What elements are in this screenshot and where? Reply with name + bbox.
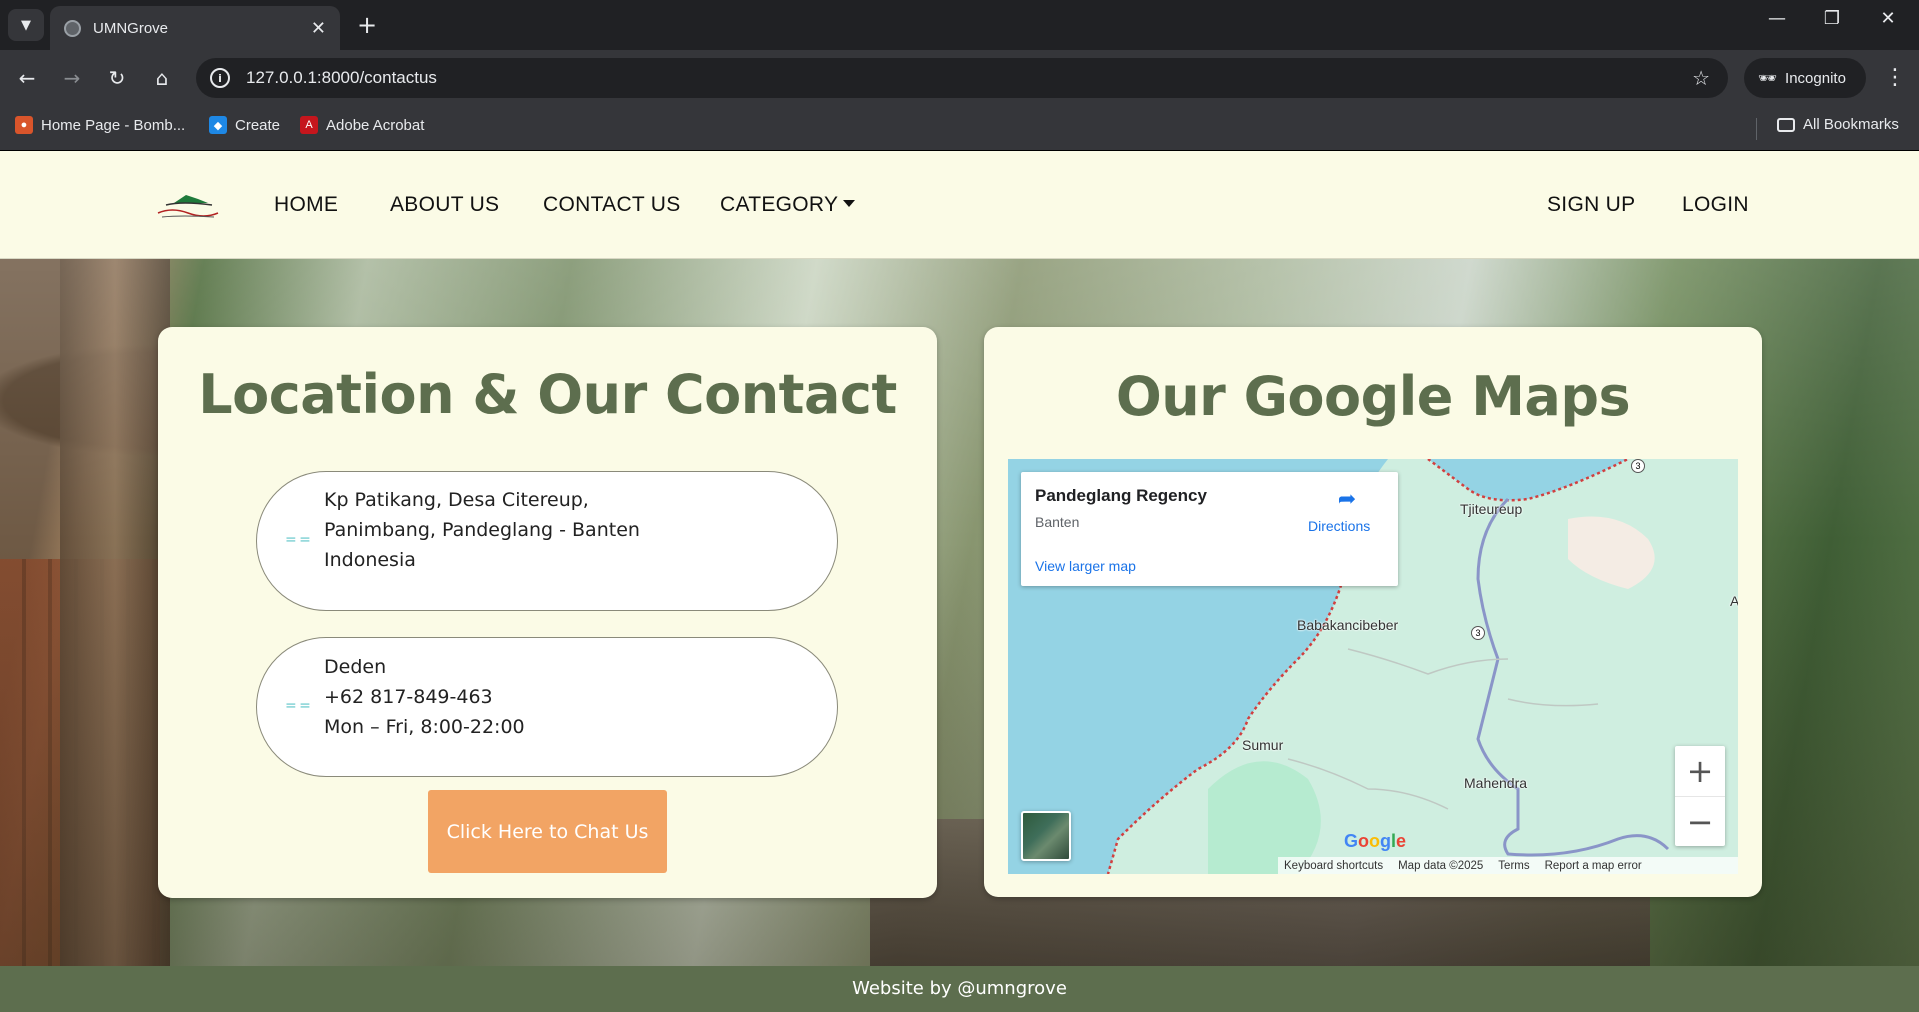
address-bar[interactable]: i 127.0.0.1:8000/contactus ☆ [196, 58, 1728, 98]
contact-hours: Mon – Fri, 8:00-22:00 [324, 716, 525, 738]
minimize-icon[interactable]: — [1757, 8, 1797, 29]
site-info-icon[interactable]: i [210, 68, 230, 88]
address-line: Indonesia [324, 549, 416, 571]
chat-us-button[interactable]: Click Here to Chat Us [428, 790, 667, 873]
close-window-icon[interactable]: ✕ [1868, 8, 1908, 29]
map-card-title: Our Google Maps [1115, 365, 1631, 428]
new-tab-button[interactable]: + [352, 10, 382, 40]
google-map[interactable]: Tjiteureup Babakancibeber Sumur Mahendra… [1008, 459, 1738, 874]
view-larger-map-link[interactable]: View larger map [1035, 558, 1136, 574]
tab-title: UMNGrove [93, 19, 169, 37]
address-box: = = Kp Patikang, Desa Citereup, Panimban… [256, 471, 838, 611]
browser-tab-bar: ▼ UMNGrove ✕ + — ❐ ✕ [0, 0, 1919, 50]
zoom-out-button[interactable]: − [1675, 796, 1725, 846]
route-shield: 3 [1471, 626, 1485, 640]
nav-about-us[interactable]: ABOUT US [390, 193, 499, 217]
urban-area [1568, 516, 1655, 589]
folder-icon [1777, 117, 1795, 132]
site-footer: Website by @umngrove [0, 966, 1919, 1012]
create-icon: ◆ [209, 116, 227, 134]
nav-home[interactable]: HOME [274, 193, 338, 217]
bookmark-label: Home Page - Bomb... [41, 116, 186, 134]
restore-icon[interactable]: ❐ [1812, 8, 1852, 29]
directions-link[interactable]: Directions [1308, 518, 1370, 534]
route-shield: 3 [1631, 459, 1645, 473]
incognito-label: Incognito [1785, 69, 1846, 87]
browser-tab[interactable]: UMNGrove ✕ [50, 6, 340, 50]
close-icon[interactable]: ✕ [311, 18, 326, 39]
bookmark-label: Create [235, 116, 281, 134]
nav-sign-up[interactable]: SIGN UP [1547, 193, 1635, 217]
incognito-badge[interactable]: 🕶 Incognito [1744, 58, 1866, 98]
bookmarks-bar: ● Home Page - Bomb... ◆ Create A Adobe A… [0, 106, 1919, 151]
nav-category-label: CATEGORY [720, 193, 839, 216]
all-bookmarks-label: All Bookmarks [1803, 116, 1899, 133]
contact-box: = = Deden +62 817-849-463 Mon – Fri, 8:0… [256, 637, 838, 777]
map-label-tjiteureup: Tjiteureup [1460, 501, 1523, 517]
contact-name: Deden [324, 656, 387, 678]
bookmark-home-page[interactable]: ● Home Page - Bomb... [15, 116, 185, 134]
contact-card: Location & Our Contact = = Kp Patikang, … [158, 327, 937, 898]
map-label-mahendra: Mahendra [1464, 775, 1528, 791]
minor-road [1347, 648, 1509, 675]
dash-icon: = = [285, 532, 311, 548]
acrobat-icon: A [300, 116, 318, 134]
zoom-in-button[interactable]: + [1675, 746, 1725, 796]
menu-kebab-icon[interactable]: ⋮ [1880, 63, 1910, 93]
bookmark-adobe-acrobat[interactable]: A Adobe Acrobat [300, 116, 424, 134]
google-logo: Google [1344, 831, 1407, 851]
reload-icon[interactable]: ↻ [102, 63, 132, 93]
place-region: Banten [1035, 514, 1080, 530]
page: HOME ABOUT US CONTACT US CATEGORY SIGN U… [0, 151, 1919, 1012]
directions-icon[interactable]: ➦ [1334, 486, 1360, 512]
back-icon[interactable]: ← [12, 63, 42, 93]
place-name: Pandeglang Regency [1035, 486, 1207, 505]
satellite-layer-toggle[interactable] [1021, 811, 1071, 861]
map-label-sumur: Sumur [1242, 737, 1284, 753]
address-line: Kp Patikang, Desa Citereup, [324, 489, 589, 511]
all-bookmarks-button[interactable]: All Bookmarks [1777, 116, 1899, 133]
map-label-babakancibeber: Babakancibeber [1297, 617, 1399, 633]
url-text[interactable]: 127.0.0.1:8000/contactus [246, 68, 1692, 88]
browser-toolbar: ← → ↻ ⌂ i 127.0.0.1:8000/contactus ☆ 🕶 I… [0, 50, 1919, 106]
site-navbar: HOME ABOUT US CONTACT US CATEGORY SIGN U… [0, 151, 1919, 259]
map-place-card: Pandeglang Regency Banten ➦ Directions V… [1021, 472, 1398, 586]
address-lines: Kp Patikang, Desa Citereup, Panimbang, P… [324, 485, 640, 575]
contact-phone: +62 817-849-463 [324, 686, 493, 708]
bookmark-star-icon[interactable]: ☆ [1692, 66, 1710, 90]
incognito-icon: 🕶 [1758, 70, 1778, 87]
report-map-error-link[interactable]: Report a map error [1545, 860, 1642, 872]
caret-down-icon [843, 199, 856, 207]
globe-icon [64, 19, 81, 37]
nav-category[interactable]: CATEGORY [720, 193, 856, 217]
zoom-controls: + − [1675, 746, 1725, 846]
tab-search-button[interactable]: ▼ [8, 9, 44, 41]
address-line: Panimbang, Pandeglang - Banten [324, 519, 640, 541]
forward-icon[interactable]: → [57, 63, 87, 93]
nav-login[interactable]: LOGIN [1682, 193, 1749, 217]
nav-contact-us[interactable]: CONTACT US [543, 193, 681, 217]
map-attribution-bar: Keyboard shortcuts Map data ©2025 Terms … [1278, 857, 1738, 874]
chevron-down-icon: ▼ [21, 17, 31, 33]
map-card: Our Google Maps Tjiteureup Babakancibebe… [984, 327, 1762, 897]
map-data-text: Map data ©2025 [1398, 859, 1484, 872]
contact-lines: Deden +62 817-849-463 Mon – Fri, 8:00-22… [324, 652, 525, 742]
minor-road [1507, 698, 1599, 707]
dash-icon: = = [285, 698, 311, 714]
bookmark-create[interactable]: ◆ Create [209, 116, 280, 134]
home-icon[interactable]: ⌂ [147, 63, 177, 93]
umngrove-logo[interactable] [152, 193, 222, 223]
map-label-edge: A [1730, 593, 1738, 609]
terms-link[interactable]: Terms [1498, 860, 1529, 872]
bookmark-divider [1756, 118, 1757, 140]
keyboard-shortcuts-link[interactable]: Keyboard shortcuts [1284, 860, 1383, 872]
bookmark-label: Adobe Acrobat [326, 116, 425, 134]
contact-card-title: Location & Our Contact [198, 363, 897, 426]
bomb-icon: ● [15, 116, 33, 134]
